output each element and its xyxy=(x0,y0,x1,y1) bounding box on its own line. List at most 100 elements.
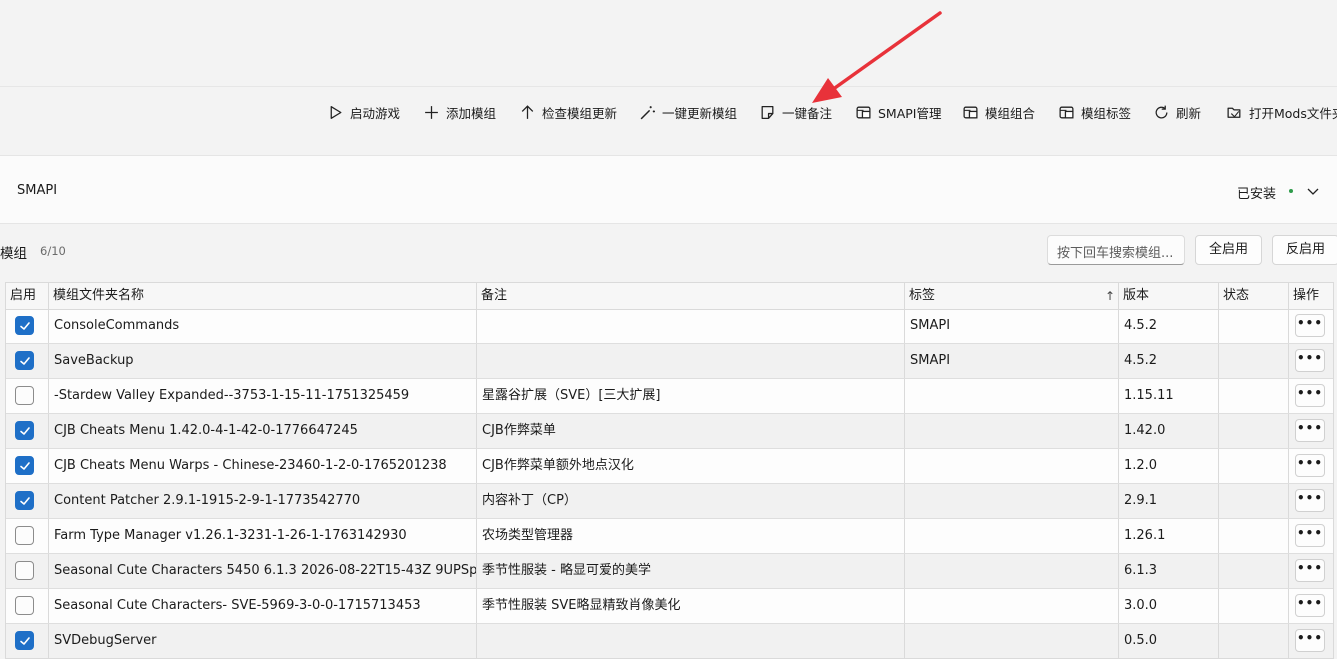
more-actions-button[interactable]: ••• xyxy=(1295,454,1325,477)
table-row[interactable]: Farm Type Manager v1.26.1-3231-1-26-1-17… xyxy=(6,519,1333,554)
more-actions-button[interactable]: ••• xyxy=(1295,314,1325,337)
refresh-button[interactable]: 刷新 xyxy=(1153,97,1201,127)
folder-cell: Content Patcher 2.9.1-1915-2-9-1-1773542… xyxy=(49,484,477,518)
more-actions-button[interactable]: ••• xyxy=(1295,419,1325,442)
invert-enable-button[interactable]: 反启用 xyxy=(1272,235,1337,265)
more-actions-button[interactable]: ••• xyxy=(1295,594,1325,617)
table-row[interactable]: Seasonal Cute Characters- SVE-5969-3-0-0… xyxy=(6,589,1333,624)
mod-tags-label: 模组标签 xyxy=(1081,105,1132,121)
enabled-cell xyxy=(6,624,49,658)
enabled-checkbox[interactable] xyxy=(15,421,34,440)
folder-cell: SVDebugServer xyxy=(49,624,477,658)
note-cell xyxy=(477,344,905,378)
one-click-update-button[interactable]: 一键更新模组 xyxy=(639,97,737,127)
folder-cell: ConsoleCommands xyxy=(49,309,477,343)
version-cell: 0.5.0 xyxy=(1119,624,1219,658)
enabled-checkbox[interactable] xyxy=(15,526,34,545)
toolbar: 启动游戏 添加模组 检查模组更新 一键更新模组 一键备注 SMAPI管理 模组组… xyxy=(0,97,1337,127)
enable-all-button[interactable]: 全启用 xyxy=(1195,235,1262,265)
table-row[interactable]: SVDebugServer 0.5.0 ••• xyxy=(6,624,1333,658)
more-actions-button[interactable]: ••• xyxy=(1295,629,1325,652)
more-actions-button[interactable]: ••• xyxy=(1295,489,1325,512)
folder-cell: Seasonal Cute Characters 5450 6.1.3 2026… xyxy=(49,554,477,588)
table-row[interactable]: Seasonal Cute Characters 5450 6.1.3 2026… xyxy=(6,554,1333,589)
more-actions-button[interactable]: ••• xyxy=(1295,559,1325,582)
checkmark-icon xyxy=(20,427,30,435)
smapi-manage-button[interactable]: SMAPI管理 xyxy=(855,97,942,127)
check-updates-button[interactable]: 检查模组更新 xyxy=(519,97,617,127)
note-cell: 农场类型管理器 xyxy=(477,519,905,553)
table-row[interactable]: ConsoleCommands SMAPI 4.5.2 ••• xyxy=(6,309,1333,344)
col-note[interactable]: 备注 xyxy=(477,283,905,309)
version-cell: 1.26.1 xyxy=(1119,519,1219,553)
tag-cell xyxy=(905,554,1119,588)
mod-combo-button[interactable]: 模组组合 xyxy=(962,97,1035,127)
enabled-cell xyxy=(6,379,49,413)
table-row[interactable]: Content Patcher 2.9.1-1915-2-9-1-1773542… xyxy=(6,484,1333,519)
col-folder-name[interactable]: 模组文件夹名称 xyxy=(49,283,477,309)
folder-cell: Farm Type Manager v1.26.1-3231-1-26-1-17… xyxy=(49,519,477,553)
col-tag[interactable]: 标签 xyxy=(905,283,1119,309)
status-cell xyxy=(1219,379,1289,413)
col-version[interactable]: 版本 xyxy=(1119,283,1219,309)
enabled-checkbox[interactable] xyxy=(15,316,34,335)
mods-count: 6/10 xyxy=(40,244,66,258)
smapi-status: 已安装 xyxy=(1237,187,1277,202)
version-cell: 1.42.0 xyxy=(1119,414,1219,448)
folder-cell: SaveBackup xyxy=(49,344,477,378)
enabled-checkbox[interactable] xyxy=(15,351,34,370)
open-mods-folder-label: 打开Mods文件夹 xyxy=(1249,105,1337,121)
note-cell: 星露谷扩展（SVE）[三大扩展] xyxy=(477,379,905,413)
sort-icon: ↑ xyxy=(1105,289,1116,303)
more-actions-button[interactable]: ••• xyxy=(1295,349,1325,372)
checkmark-icon xyxy=(20,497,30,505)
enabled-checkbox[interactable] xyxy=(15,491,34,510)
check-updates-label: 检查模组更新 xyxy=(542,105,618,121)
enabled-checkbox[interactable] xyxy=(15,631,34,650)
enabled-checkbox[interactable] xyxy=(15,456,34,475)
enabled-checkbox[interactable] xyxy=(15,596,34,615)
refresh-label: 刷新 xyxy=(1176,105,1202,121)
table-row[interactable]: CJB Cheats Menu 1.42.0-4-1-42-0-17766472… xyxy=(6,414,1333,449)
folder-cell: -Stardew Valley Expanded--3753-1-15-11-1… xyxy=(49,379,477,413)
tag-cell xyxy=(905,624,1119,658)
mod-search-input[interactable]: 按下回车搜索模组... xyxy=(1047,235,1185,265)
launch-game-label: 启动游戏 xyxy=(350,105,401,121)
add-mod-button[interactable]: 添加模组 xyxy=(423,97,496,127)
tag-cell xyxy=(905,484,1119,518)
version-cell: 1.2.0 xyxy=(1119,449,1219,483)
checkmark-icon xyxy=(20,357,30,365)
status-cell xyxy=(1219,484,1289,518)
col-actions[interactable]: 操作 xyxy=(1289,283,1333,309)
table-row[interactable]: SaveBackup SMAPI 4.5.2 ••• xyxy=(6,344,1333,379)
enabled-cell xyxy=(6,344,49,378)
enabled-cell xyxy=(6,484,49,518)
table-row[interactable]: CJB Cheats Menu Warps - Chinese-23460-1-… xyxy=(6,449,1333,484)
tag-cell xyxy=(905,414,1119,448)
table-row[interactable]: -Stardew Valley Expanded--3753-1-15-11-1… xyxy=(6,379,1333,414)
folder-open-icon xyxy=(1227,107,1241,118)
open-mods-folder-button[interactable]: 打开Mods文件夹 xyxy=(1226,97,1337,127)
note-cell: CJB作弊菜单 xyxy=(477,414,905,448)
table-header: 启用 模组文件夹名称 备注 标签 ↑ 版本 状态 操作 xyxy=(6,283,1333,310)
status-cell xyxy=(1219,449,1289,483)
col-status[interactable]: 状态 xyxy=(1219,283,1289,309)
one-click-update-label: 一键更新模组 xyxy=(662,105,738,121)
version-cell: 4.5.2 xyxy=(1119,344,1219,378)
status-cell xyxy=(1219,344,1289,378)
status-cell xyxy=(1219,519,1289,553)
col-enabled[interactable]: 启用 xyxy=(6,283,49,309)
enabled-checkbox[interactable] xyxy=(15,386,34,405)
enabled-cell xyxy=(6,519,49,553)
one-click-note-button[interactable]: 一键备注 xyxy=(759,97,832,127)
launch-game-button[interactable]: 启动游戏 xyxy=(327,97,400,127)
mods-table: 启用 模组文件夹名称 备注 标签 ↑ 版本 状态 操作 ConsoleComma… xyxy=(5,282,1334,659)
smapi-card[interactable]: SMAPI 已安装 xyxy=(0,155,1337,224)
mod-tags-button[interactable]: 模组标签 xyxy=(1058,97,1131,127)
chevron-down-icon[interactable] xyxy=(1305,183,1321,199)
status-cell xyxy=(1219,309,1289,343)
status-cell xyxy=(1219,414,1289,448)
more-actions-button[interactable]: ••• xyxy=(1295,384,1325,407)
enabled-checkbox[interactable] xyxy=(15,561,34,580)
more-actions-button[interactable]: ••• xyxy=(1295,524,1325,547)
